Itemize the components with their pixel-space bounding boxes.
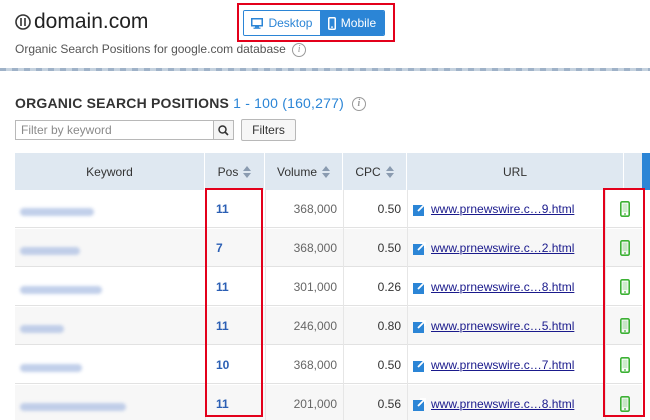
col-keyword-label: Keyword: [86, 164, 133, 179]
volume-cell: 201,000: [293, 397, 337, 411]
col-volume-label: Volume: [276, 164, 318, 179]
keyword-cell[interactable]: [20, 346, 205, 384]
url-link[interactable]: www.prnewswire.c…5.html: [431, 319, 574, 333]
volume-cell: 368,000: [293, 241, 337, 255]
external-link-icon[interactable]: [413, 280, 426, 294]
volume-cell: 301,000: [293, 280, 337, 294]
info-icon[interactable]: i: [292, 42, 307, 57]
blurred-keyword[interactable]: [20, 208, 94, 216]
external-link-icon[interactable]: [413, 358, 426, 372]
blurred-keyword[interactable]: [20, 286, 102, 294]
external-link-icon[interactable]: [413, 241, 426, 255]
keyword-cell[interactable]: [20, 268, 205, 306]
database-subtitle: Organic Search Positions for google.com …: [15, 42, 307, 57]
header-divider: [0, 68, 650, 71]
cpc-cell: 0.50: [377, 241, 401, 255]
keyword-cell[interactable]: [20, 385, 205, 420]
col-device: [624, 153, 642, 190]
cpc-cell: 0.50: [377, 202, 401, 216]
url-cell: www.prnewswire.c…8.html: [413, 268, 608, 306]
mobile-label: Mobile: [340, 16, 377, 30]
url-cell: www.prnewswire.c…2.html: [413, 229, 608, 267]
column-divider: [265, 190, 266, 420]
result-range: 1 - 100 (160,277): [233, 95, 344, 111]
table-row: 11 368,000 0.50 www.prnewswire.c…9.html: [15, 190, 642, 228]
external-link-icon[interactable]: [413, 319, 426, 333]
search-icon: [218, 124, 229, 136]
col-keyword[interactable]: Keyword: [15, 153, 205, 190]
sort-icon: [243, 165, 252, 178]
mobile-phone-icon: [327, 16, 336, 30]
col-pos-label: Pos: [217, 164, 239, 179]
desktop-label: Desktop: [268, 16, 313, 30]
domain-title: domain.com: [34, 10, 149, 33]
sort-icon: [385, 165, 394, 178]
pos-column-highlight: [205, 188, 263, 417]
blurred-keyword[interactable]: [20, 403, 126, 411]
section-title: ORGANIC SEARCH POSITIONS 1 - 100 (160,27…: [15, 95, 367, 112]
semrush-logo-icon: [15, 14, 31, 30]
column-divider: [407, 190, 408, 420]
blurred-keyword[interactable]: [20, 247, 80, 255]
url-cell: www.prnewswire.c…9.html: [413, 190, 608, 228]
table-row: 10 368,000 0.50 www.prnewswire.c…7.html: [15, 346, 642, 384]
keyword-cell[interactable]: [20, 190, 205, 228]
url-link[interactable]: www.prnewswire.c…9.html: [431, 202, 574, 216]
device-toggle: Desktop Mobile: [243, 10, 385, 36]
cpc-cell: 0.56: [377, 397, 401, 411]
table-row: 11 301,000 0.26 www.prnewswire.c…8.html: [15, 268, 642, 306]
url-link[interactable]: www.prnewswire.c…2.html: [431, 241, 574, 255]
table-header: Keyword Pos Volume CPC URL: [15, 153, 650, 190]
col-url-label: URL: [502, 164, 527, 179]
cpc-cell: 0.26: [377, 280, 401, 294]
volume-cell: 368,000: [293, 358, 337, 372]
desktop-icon: [251, 17, 264, 29]
mobile-button[interactable]: Mobile: [319, 11, 384, 35]
table-row: 7 368,000 0.50 www.prnewswire.c…2.html: [15, 229, 642, 267]
col-url[interactable]: URL: [407, 153, 624, 190]
column-divider: [343, 190, 344, 420]
volume-cell: 368,000: [293, 202, 337, 216]
url-link[interactable]: www.prnewswire.c…8.html: [431, 280, 574, 294]
url-link[interactable]: www.prnewswire.c…8.html: [431, 397, 574, 411]
url-cell: www.prnewswire.c…7.html: [413, 346, 608, 384]
blurred-keyword[interactable]: [20, 325, 64, 333]
col-volume[interactable]: Volume: [265, 153, 343, 190]
volume-cell: 246,000: [293, 319, 337, 333]
desktop-button[interactable]: Desktop: [244, 11, 320, 35]
keyword-filter-input[interactable]: [16, 121, 213, 139]
keyword-filter: [15, 120, 234, 140]
sort-icon: [322, 165, 331, 178]
url-cell: www.prnewswire.c…5.html: [413, 307, 608, 345]
blurred-keyword[interactable]: [20, 364, 82, 372]
filters-button[interactable]: Filters: [241, 119, 296, 141]
device-column-highlight: [603, 188, 645, 417]
url-cell: www.prnewswire.c…8.html: [413, 385, 608, 420]
external-link-icon[interactable]: [413, 202, 426, 216]
col-cpc-label: CPC: [355, 164, 381, 179]
col-cpc[interactable]: CPC: [343, 153, 407, 190]
cpc-cell: 0.80: [377, 319, 401, 333]
scrollbar[interactable]: [642, 153, 650, 190]
col-pos[interactable]: Pos: [205, 153, 265, 190]
keyword-cell[interactable]: [20, 307, 205, 345]
table-row: 11 246,000 0.80 www.prnewswire.c…5.html: [15, 307, 642, 345]
external-link-icon[interactable]: [413, 397, 426, 411]
subtitle-text: Organic Search Positions for google.com …: [15, 42, 286, 56]
keyword-cell[interactable]: [20, 229, 205, 267]
url-link[interactable]: www.prnewswire.c…7.html: [431, 358, 574, 372]
table-row: 11 201,000 0.56 www.prnewswire.c…8.html: [15, 385, 642, 420]
section-title-text: ORGANIC SEARCH POSITIONS: [15, 95, 230, 111]
cpc-cell: 0.50: [377, 358, 401, 372]
section-info-icon[interactable]: i: [352, 97, 367, 112]
search-button[interactable]: [213, 121, 233, 139]
